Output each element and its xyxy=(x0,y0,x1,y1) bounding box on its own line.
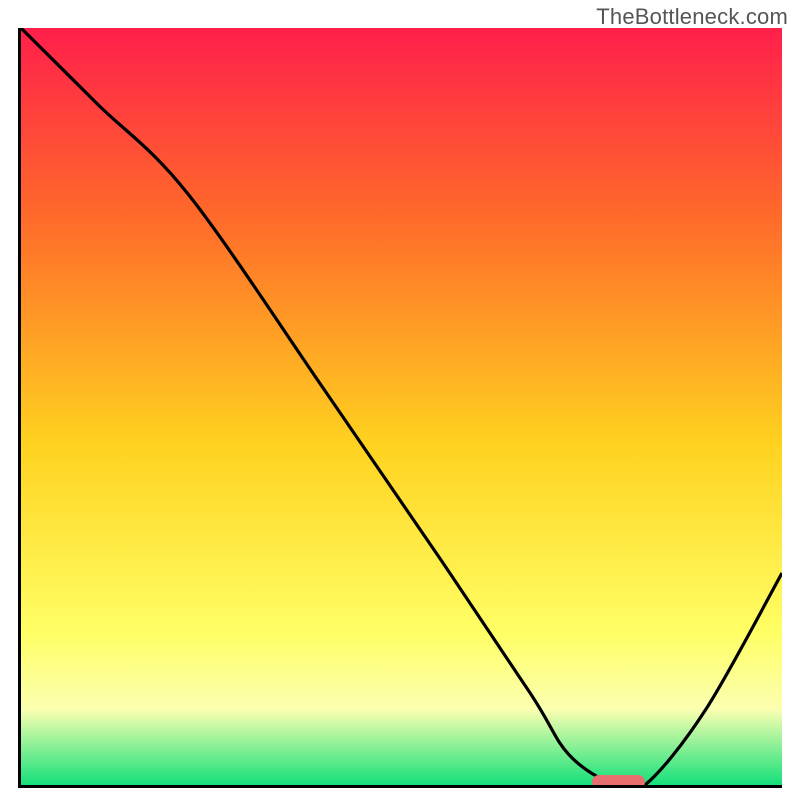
axes xyxy=(18,28,782,788)
chart-container: TheBottleneck.com xyxy=(0,0,800,800)
watermark-text: TheBottleneck.com xyxy=(596,4,788,30)
